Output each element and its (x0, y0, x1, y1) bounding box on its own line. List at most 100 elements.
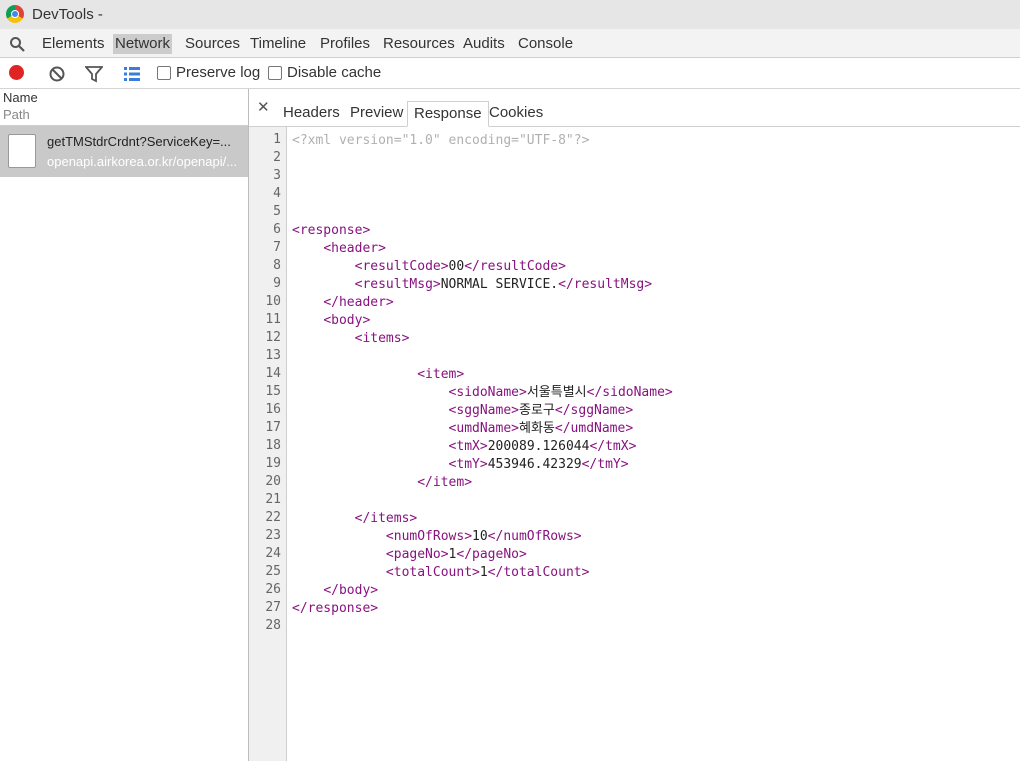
line-number: 12 (265, 330, 281, 345)
xml-open-tag: <body> (323, 313, 371, 328)
xml-close-tag: </tmY> (581, 457, 629, 472)
xml-close-tag: </totalCount> (487, 565, 590, 580)
xml-text: 서울특별시 (526, 385, 587, 400)
tab-network[interactable]: Network (113, 34, 173, 54)
xml-declaration: <?xml version="1.0" encoding="UTF-8"?> (292, 133, 590, 148)
code-line: </response> (292, 600, 378, 618)
code-line: <numOfRows>10</numOfRows> (292, 528, 582, 546)
xml-open-tag: <tmY> (448, 457, 488, 472)
line-number: 2 (273, 150, 281, 165)
request-list: Name Path getTMStdrCrdnt?ServiceKey=... … (0, 89, 249, 761)
tab-headers[interactable]: Headers (277, 101, 346, 127)
xml-text: 종로구 (519, 403, 555, 418)
preserve-log-label[interactable]: Preserve log (176, 64, 260, 81)
xml-text: 1 (479, 565, 488, 580)
column-name-label: Name (3, 90, 38, 105)
tab-response[interactable]: Response (407, 101, 489, 127)
line-number: 18 (265, 438, 281, 453)
tab-profiles[interactable]: Profiles (318, 34, 372, 54)
code-line: <response> (292, 222, 370, 240)
line-number: 25 (265, 564, 281, 579)
line-number: 20 (265, 474, 281, 489)
request-row[interactable]: getTMStdrCrdnt?ServiceKey=... openapi.ai… (0, 126, 248, 177)
xml-close-tag: </sggName> (554, 403, 634, 418)
xml-text: NORMAL SERVICE. (440, 277, 559, 292)
xml-text: 00 (448, 259, 465, 274)
xml-open-tag: <resultMsg> (354, 277, 441, 292)
code-line: </header> (292, 294, 393, 312)
large-rows-icon[interactable] (123, 65, 141, 83)
xml-close-tag: </resultCode> (464, 259, 566, 274)
xml-text: 453946.42329 (487, 457, 582, 472)
xml-close-tag: </umdName> (554, 421, 634, 436)
xml-open-tag: </response> (292, 601, 379, 616)
tab-preview[interactable]: Preview (344, 101, 409, 127)
line-number: 10 (265, 294, 281, 309)
code-line: <item> (292, 366, 464, 384)
xml-open-tag: <pageNo> (385, 547, 449, 562)
line-number: 11 (265, 312, 281, 327)
record-icon[interactable] (9, 65, 24, 80)
tab-timeline[interactable]: Timeline (248, 34, 308, 54)
code-line: </items> (292, 510, 418, 528)
xml-open-tag: </items> (354, 511, 418, 526)
request-name: getTMStdrCrdnt?ServiceKey=... (47, 134, 231, 149)
close-icon[interactable]: ✕ (257, 98, 270, 116)
chrome-logo-icon (6, 5, 24, 23)
tab-sources[interactable]: Sources (183, 34, 242, 54)
xml-open-tag: <tmX> (448, 439, 488, 454)
code-line: <body> (292, 312, 370, 330)
line-number: 24 (265, 546, 281, 561)
xml-open-tag: <response> (292, 223, 371, 238)
line-number: 8 (273, 258, 281, 273)
xml-open-tag: <totalCount> (385, 565, 480, 580)
tab-resources[interactable]: Resources (381, 34, 457, 54)
disable-cache-label[interactable]: Disable cache (287, 64, 381, 81)
title-bar: DevTools - (0, 0, 1020, 29)
line-number: 3 (273, 168, 281, 183)
search-icon[interactable] (9, 36, 25, 52)
line-number: 14 (265, 366, 281, 381)
filter-icon[interactable] (85, 65, 103, 83)
line-number: 13 (265, 348, 281, 363)
line-number: 4 (273, 186, 281, 201)
request-path: openapi.airkorea.or.kr/openapi/... (47, 154, 238, 169)
tab-console[interactable]: Console (516, 34, 575, 54)
code-line: <pageNo>1</pageNo> (292, 546, 527, 564)
request-column-header[interactable]: Name Path (0, 89, 248, 126)
xml-text: 200089.126044 (487, 439, 590, 454)
code-line: </item> (292, 474, 472, 492)
xml-open-tag: <header> (323, 241, 386, 256)
tab-elements[interactable]: Elements (40, 34, 107, 54)
line-number: 21 (265, 492, 281, 507)
response-body[interactable]: <?xml version="1.0" encoding="UTF-8"?> <r… (292, 127, 1020, 761)
panel-tab-bar: Elements Network Sources Timeline Profil… (0, 29, 1020, 58)
line-number: 17 (265, 420, 281, 435)
clear-icon[interactable] (48, 65, 66, 83)
disable-cache-checkbox[interactable] (268, 66, 282, 80)
file-icon (8, 134, 36, 168)
tab-cookies[interactable]: Cookies (483, 101, 549, 127)
tab-audits[interactable]: Audits (461, 34, 507, 54)
code-line: <tmY>453946.42329</tmY> (292, 456, 629, 474)
xml-text: 10 (472, 529, 488, 544)
line-number: 7 (273, 240, 281, 255)
preserve-log-checkbox[interactable] (157, 66, 171, 80)
code-line: <resultCode>00</resultCode> (292, 258, 566, 276)
column-path-label: Path (3, 107, 30, 122)
line-number: 28 (265, 618, 281, 633)
window-title: DevTools - (32, 6, 103, 23)
code-line: <sidoName>서울특별시</sidoName> (292, 384, 673, 402)
